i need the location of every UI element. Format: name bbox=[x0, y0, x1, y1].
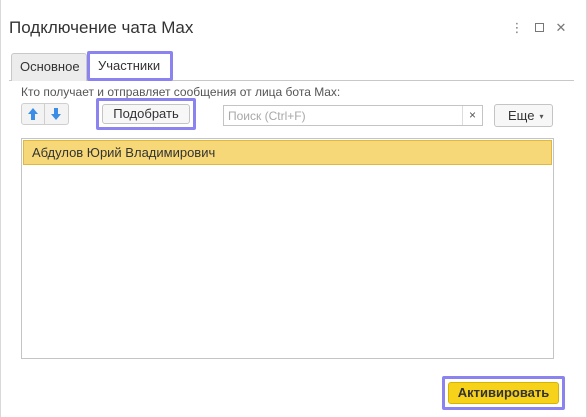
move-up-button[interactable] bbox=[21, 103, 45, 125]
close-icon[interactable]: ✕ bbox=[553, 20, 569, 36]
search-input[interactable] bbox=[224, 106, 459, 125]
tab-members[interactable]: Участники bbox=[87, 51, 173, 81]
arrow-down-icon bbox=[51, 108, 61, 120]
maximize-icon[interactable] bbox=[531, 20, 547, 36]
window-title: Подключение чата Max bbox=[9, 18, 194, 37]
tab-main[interactable]: Основное bbox=[11, 53, 87, 81]
more-button-label: Еще bbox=[508, 108, 535, 123]
dialog-window: Подключение чата Max ⋮ ✕ Основное Участн… bbox=[0, 0, 587, 417]
more-vertical-icon[interactable]: ⋮ bbox=[509, 20, 525, 36]
search-field: × bbox=[223, 105, 483, 126]
move-down-button[interactable] bbox=[45, 103, 69, 125]
chevron-down-icon: ▾ bbox=[539, 112, 544, 121]
more-button[interactable]: Еще ▾ bbox=[494, 104, 553, 127]
arrow-up-icon bbox=[28, 108, 38, 120]
members-list[interactable]: Абдулов Юрий Владимирович bbox=[21, 138, 554, 359]
pick-button-highlight: Подобрать bbox=[96, 98, 196, 130]
activate-button[interactable]: Активировать bbox=[448, 382, 559, 404]
members-hint: Кто получает и отправляет сообщения от л… bbox=[21, 85, 341, 99]
list-item[interactable]: Абдулов Юрий Владимирович bbox=[23, 140, 552, 165]
pick-button[interactable]: Подобрать bbox=[102, 104, 190, 124]
activate-button-highlight: Активировать bbox=[442, 376, 565, 410]
clear-search-icon[interactable]: × bbox=[462, 106, 482, 125]
